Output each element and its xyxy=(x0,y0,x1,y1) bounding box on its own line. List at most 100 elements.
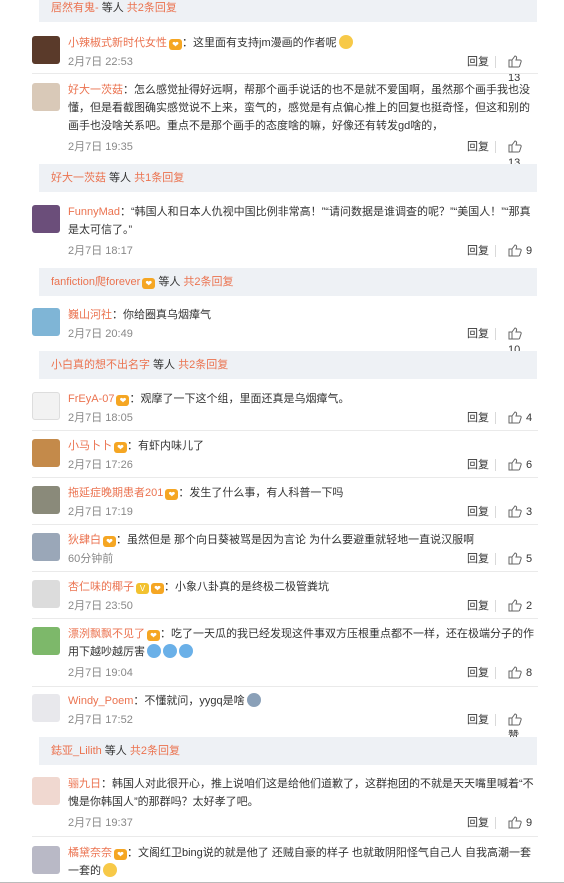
strip-text: 等人 xyxy=(98,2,127,14)
like-button[interactable]: 9 xyxy=(508,243,532,259)
divider xyxy=(32,477,538,478)
divider xyxy=(495,553,496,565)
fan-badge-icon: ❤ xyxy=(114,849,127,860)
divider xyxy=(495,714,496,726)
avatar[interactable] xyxy=(32,533,60,561)
avatar[interactable] xyxy=(32,439,60,467)
comment-text: ：文阁红卫bing说的就是他了 还贼自豪的样子 也就敢阴阳怪气自己人 自我高潮一… xyxy=(68,847,531,877)
like-button[interactable]: 4 xyxy=(508,410,532,426)
comment-user[interactable]: 拖延症晚期患者201 xyxy=(68,487,163,499)
divider xyxy=(32,836,538,837)
like-count: 9 xyxy=(526,817,533,829)
like-button[interactable]: 2 xyxy=(508,598,532,614)
comment-time: 2月7日 17:52 xyxy=(68,714,133,726)
like-count: 8 xyxy=(526,667,533,679)
divider xyxy=(32,571,538,572)
like-count: 6 xyxy=(526,459,533,471)
strip-count[interactable]: 共2条回复 xyxy=(183,276,233,288)
reply-button[interactable]: 回复 xyxy=(467,551,489,567)
avatar[interactable] xyxy=(32,36,60,64)
reply-strip[interactable]: 小白真的想不出名字 等人 共2条回复 xyxy=(39,351,537,379)
thumbs-up-icon xyxy=(508,55,522,68)
strip-count[interactable]: 共2条回复 xyxy=(127,2,177,14)
reply-strip[interactable]: fanfiction爬forever ❤ 等人 共2条回复 xyxy=(39,268,537,296)
comment-time: 2月7日 18:05 xyxy=(68,412,133,424)
reply-button[interactable]: 回复 xyxy=(467,598,489,614)
thumbs-up-icon xyxy=(508,816,522,829)
comment-time: 2月7日 17:19 xyxy=(68,506,133,518)
reply-button[interactable]: 回复 xyxy=(467,326,489,342)
reply-strip[interactable]: 鋕亚_Lilith 等人 共2条回复 xyxy=(39,737,537,765)
comment-user[interactable]: 小辣椒式新时代女性 xyxy=(68,37,167,49)
strip-user[interactable]: 居然有鬼- xyxy=(51,2,99,14)
avatar[interactable] xyxy=(32,392,60,420)
strip-user[interactable]: 好大一茨菇 xyxy=(51,172,106,184)
comment-user[interactable]: FunnyMad xyxy=(68,206,120,218)
comment-time: 2月7日 19:04 xyxy=(68,667,133,679)
avatar[interactable] xyxy=(32,83,60,111)
comment-time: 2月7日 19:37 xyxy=(68,817,133,829)
comment-user[interactable]: 漂洌飘飘不见了 xyxy=(68,628,145,640)
reply-strip[interactable]: 好大一茨菇 等人 共1条回复 xyxy=(39,164,537,192)
comment-user[interactable]: 好大一茨菇 xyxy=(68,84,123,96)
divider xyxy=(495,141,496,153)
comment-user[interactable]: 杏仁味的椰子 xyxy=(68,581,134,593)
comment-user[interactable]: FrEyA-07 xyxy=(68,393,114,405)
thumbs-up-icon xyxy=(508,411,522,424)
avatar[interactable] xyxy=(32,308,60,336)
reply-button[interactable]: 回复 xyxy=(467,410,489,426)
comment-user[interactable]: 巍山河社 xyxy=(68,309,112,321)
comment-user[interactable]: 骊九日 xyxy=(68,778,101,790)
avatar[interactable] xyxy=(32,846,60,874)
like-button[interactable]: 9 xyxy=(508,815,532,831)
avatar[interactable] xyxy=(32,580,60,608)
comment-user[interactable]: 橘黛奈奈 xyxy=(68,847,112,859)
strip-count[interactable]: 共2条回复 xyxy=(178,359,228,371)
comment-text: ：怎么感觉扯得好远啊，帮那个画手说话的也不是就不爱国啊，虽然那个画手我也没懂，但… xyxy=(68,84,530,132)
strip-text: 等人 xyxy=(101,745,130,757)
like-button[interactable]: 5 xyxy=(508,551,532,567)
strip-text: 等人 xyxy=(155,276,184,288)
comment-user[interactable]: Windy_Poem xyxy=(68,695,133,707)
strip-user[interactable]: fanfiction爬forever xyxy=(51,276,140,288)
avatar[interactable] xyxy=(32,205,60,233)
fan-badge-icon: ❤ xyxy=(142,278,156,289)
avatar[interactable] xyxy=(32,486,60,514)
like-button[interactable]: 6 xyxy=(508,457,532,473)
reply-button[interactable]: 回复 xyxy=(467,712,489,728)
comment-text: ：韩国人对此很开心，推上说咱们这是给他们道歉了，这群抱团的不就是天天嘴里喊着“不… xyxy=(68,778,534,808)
comment-text: ：有虾内味儿了 xyxy=(127,440,204,452)
comment-time: 2月7日 17:26 xyxy=(68,459,133,471)
avatar[interactable] xyxy=(32,694,60,722)
reply-button[interactable]: 回复 xyxy=(467,457,489,473)
reply-strip[interactable]: 居然有鬼- 等人 共2条回复 xyxy=(39,0,537,22)
emoji-icon xyxy=(103,863,117,877)
like-count: 3 xyxy=(526,506,533,518)
reply-button[interactable]: 回复 xyxy=(467,504,489,520)
comment-user[interactable]: 小马卜卜 xyxy=(68,440,112,452)
reply-button[interactable]: 回复 xyxy=(467,54,489,70)
divider xyxy=(32,73,538,74)
reply-button[interactable]: 回复 xyxy=(467,665,489,681)
thumbs-up-icon xyxy=(508,505,522,518)
comment-user[interactable]: 狄肆白 xyxy=(68,534,101,546)
avatar[interactable] xyxy=(32,777,60,805)
thumbs-up-icon xyxy=(508,713,522,726)
like-button[interactable]: 8 xyxy=(508,665,532,681)
strip-count[interactable]: 共1条回复 xyxy=(134,172,184,184)
strip-user[interactable]: 小白真的想不出名字 xyxy=(51,359,150,371)
emoji-icon xyxy=(147,644,161,658)
reply-button[interactable]: 回复 xyxy=(467,139,489,155)
avatar[interactable] xyxy=(32,627,60,655)
divider xyxy=(495,245,496,257)
fan-badge-icon: ❤ xyxy=(147,630,160,641)
reply-button[interactable]: 回复 xyxy=(467,815,489,831)
comment-time: 2月7日 22:53 xyxy=(68,56,133,68)
thumbs-up-icon xyxy=(508,552,522,565)
strip-count[interactable]: 共2条回复 xyxy=(130,745,180,757)
reply-button[interactable]: 回复 xyxy=(467,243,489,259)
divider xyxy=(32,524,538,525)
thumbs-up-icon xyxy=(508,458,522,471)
strip-user[interactable]: 鋕亚_Lilith xyxy=(51,745,102,757)
like-button[interactable]: 3 xyxy=(508,504,532,520)
